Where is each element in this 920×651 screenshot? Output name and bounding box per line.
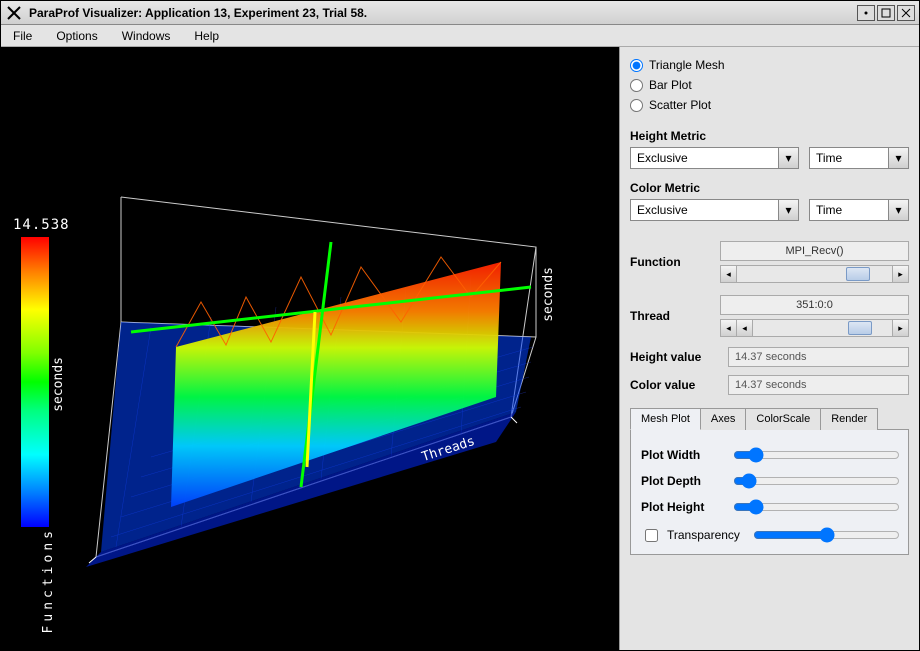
radio-scatter-input[interactable]: [630, 99, 643, 112]
thread-label: Thread: [630, 309, 710, 323]
color-value-display: 14.37 seconds: [728, 375, 909, 395]
radio-triangle-label: Triangle Mesh: [649, 58, 725, 72]
window-title: ParaProf Visualizer: Application 13, Exp…: [29, 6, 857, 20]
arrow-right-icon[interactable]: ▸: [892, 320, 908, 336]
height-metric-mode-dropdown[interactable]: Exclusive ▾: [630, 147, 799, 169]
tab-render[interactable]: Render: [820, 408, 878, 430]
menu-file[interactable]: File: [9, 27, 36, 45]
chevron-down-icon: ▾: [888, 148, 908, 168]
radio-bar-plot[interactable]: Bar Plot: [630, 75, 909, 95]
plot-3d: [1, 47, 601, 647]
plot-type-radios: Triangle Mesh Bar Plot Scatter Plot: [630, 55, 909, 115]
radio-triangle-mesh[interactable]: Triangle Mesh: [630, 55, 909, 75]
radio-triangle-input[interactable]: [630, 59, 643, 72]
function-value-display: MPI_Recv(): [720, 241, 909, 261]
axis-label-seconds-left: seconds: [51, 357, 66, 412]
color-metric-mode-value: Exclusive: [631, 203, 778, 217]
chevron-down-icon: ▾: [888, 200, 908, 220]
minimize-button[interactable]: [857, 5, 875, 21]
height-metric-mode-value: Exclusive: [631, 151, 778, 165]
plot-height-slider[interactable]: [733, 498, 900, 516]
height-value-label: Height value: [630, 350, 720, 364]
plot-width-label: Plot Width: [641, 448, 731, 462]
menu-help[interactable]: Help: [190, 27, 223, 45]
color-metric-mode-dropdown[interactable]: Exclusive ▾: [630, 199, 799, 221]
app-window: ParaProf Visualizer: Application 13, Exp…: [0, 0, 920, 651]
radio-scatter-plot[interactable]: Scatter Plot: [630, 95, 909, 115]
function-scrollbar[interactable]: ◂ ▸: [720, 265, 909, 283]
height-value-display: 14.37 seconds: [728, 347, 909, 367]
plot-width-slider[interactable]: [733, 446, 900, 464]
tab-axes[interactable]: Axes: [700, 408, 746, 430]
chevron-down-icon: ▾: [778, 200, 798, 220]
thread-scrollbar[interactable]: ◂ ◂ ▸: [720, 319, 909, 337]
function-label: Function: [630, 255, 710, 269]
side-panel: Triangle Mesh Bar Plot Scatter Plot Heig…: [619, 47, 919, 650]
arrow-left-icon[interactable]: ◂: [721, 320, 737, 336]
radio-scatter-label: Scatter Plot: [649, 98, 711, 112]
color-metric-unit-value: Time: [810, 203, 888, 217]
mesh-plot-panel: Plot Width Plot Depth Plot Height Transp…: [630, 429, 909, 555]
tab-mesh-plot[interactable]: Mesh Plot: [630, 408, 701, 430]
transparency-checkbox[interactable]: [645, 529, 658, 542]
radio-bar-label: Bar Plot: [649, 78, 692, 92]
xorg-icon: [5, 4, 23, 22]
radio-bar-input[interactable]: [630, 79, 643, 92]
arrow-right-icon[interactable]: ▸: [892, 266, 908, 282]
height-metric-unit-value: Time: [810, 151, 888, 165]
maximize-button[interactable]: [877, 5, 895, 21]
visualization-canvas[interactable]: 14.538: [1, 47, 619, 650]
transparency-slider[interactable]: [753, 526, 900, 544]
height-metric-unit-dropdown[interactable]: Time ▾: [809, 147, 909, 169]
height-metric-label: Height Metric: [630, 129, 909, 143]
color-metric-unit-dropdown[interactable]: Time ▾: [809, 199, 909, 221]
color-value-label: Color value: [630, 378, 720, 392]
arrow-left-icon[interactable]: ◂: [721, 266, 737, 282]
transparency-checkbox-row[interactable]: Transparency: [641, 526, 751, 545]
plot-depth-label: Plot Depth: [641, 474, 731, 488]
plot-depth-slider[interactable]: [733, 472, 900, 490]
color-metric-label: Color Metric: [630, 181, 909, 195]
plot-height-label: Plot Height: [641, 500, 731, 514]
menu-windows[interactable]: Windows: [118, 27, 175, 45]
menu-options[interactable]: Options: [52, 27, 101, 45]
close-button[interactable]: [897, 5, 915, 21]
thread-value-display: 351:0:0: [720, 295, 909, 315]
chevron-down-icon: ▾: [778, 148, 798, 168]
menubar: File Options Windows Help: [1, 25, 919, 47]
transparency-label: Transparency: [667, 528, 740, 542]
axis-label-seconds-right: seconds: [541, 267, 556, 322]
arrow-left-icon[interactable]: ◂: [737, 320, 753, 336]
settings-tabs: Mesh Plot Axes ColorScale Render: [630, 407, 909, 429]
titlebar: ParaProf Visualizer: Application 13, Exp…: [1, 1, 919, 25]
tab-colorscale[interactable]: ColorScale: [745, 408, 821, 430]
axis-label-functions: Functions: [41, 527, 56, 633]
